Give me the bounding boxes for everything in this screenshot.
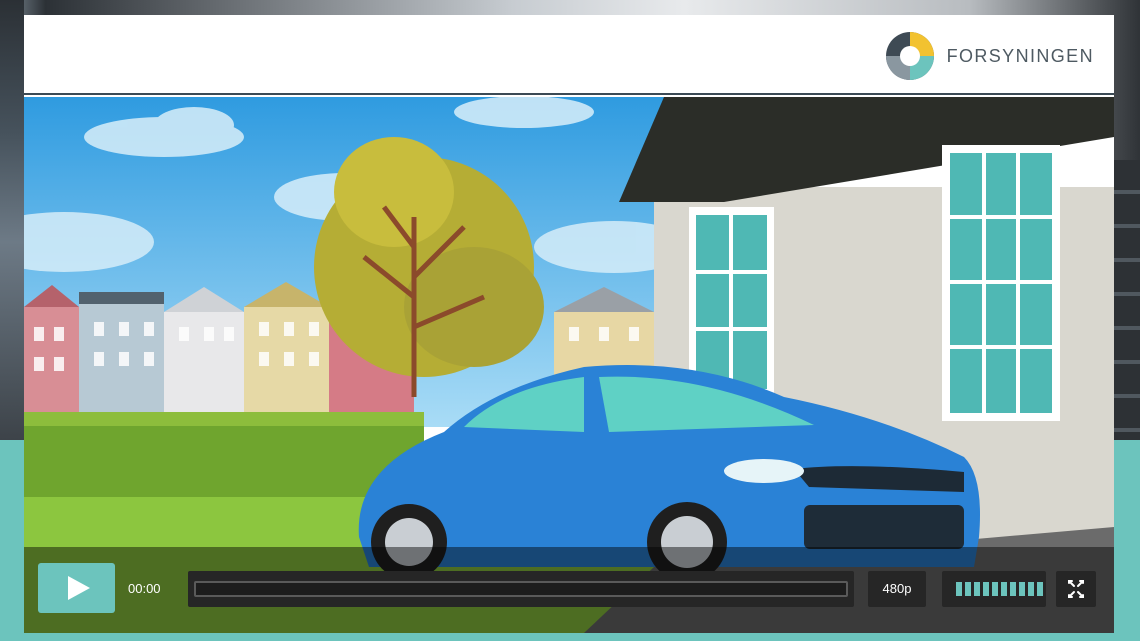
background-building	[1114, 160, 1140, 440]
volume-slider[interactable]	[942, 571, 1046, 607]
volume-bar	[1019, 582, 1025, 596]
fullscreen-button[interactable]	[1056, 571, 1096, 607]
volume-bar	[974, 582, 980, 596]
current-time: 00:00	[128, 581, 161, 596]
fullscreen-icon	[1068, 580, 1084, 598]
progress-track	[194, 581, 848, 597]
volume-bar	[965, 582, 971, 596]
forsyningen-logo-icon	[885, 32, 934, 80]
volume-bar	[1028, 582, 1034, 596]
volume-bar	[1037, 582, 1043, 596]
quality-button[interactable]: 480p	[868, 571, 926, 607]
play-button[interactable]	[38, 563, 115, 613]
play-icon	[68, 576, 90, 600]
video-player[interactable]: FORSYNINGEN 00:00 480p	[24, 15, 1114, 633]
volume-bar	[1010, 582, 1016, 596]
volume-bar	[956, 582, 962, 596]
brand-logo[interactable]: FORSYNINGEN	[885, 31, 1094, 81]
volume-bar	[983, 582, 989, 596]
background-sign	[0, 0, 24, 440]
player-controls: 00:00 480p	[24, 547, 1114, 633]
volume-bar	[992, 582, 998, 596]
brand-name: FORSYNINGEN	[946, 45, 1094, 66]
player-header: FORSYNINGEN	[24, 15, 1114, 95]
volume-bar	[1001, 582, 1007, 596]
progress-bar[interactable]	[188, 571, 854, 607]
